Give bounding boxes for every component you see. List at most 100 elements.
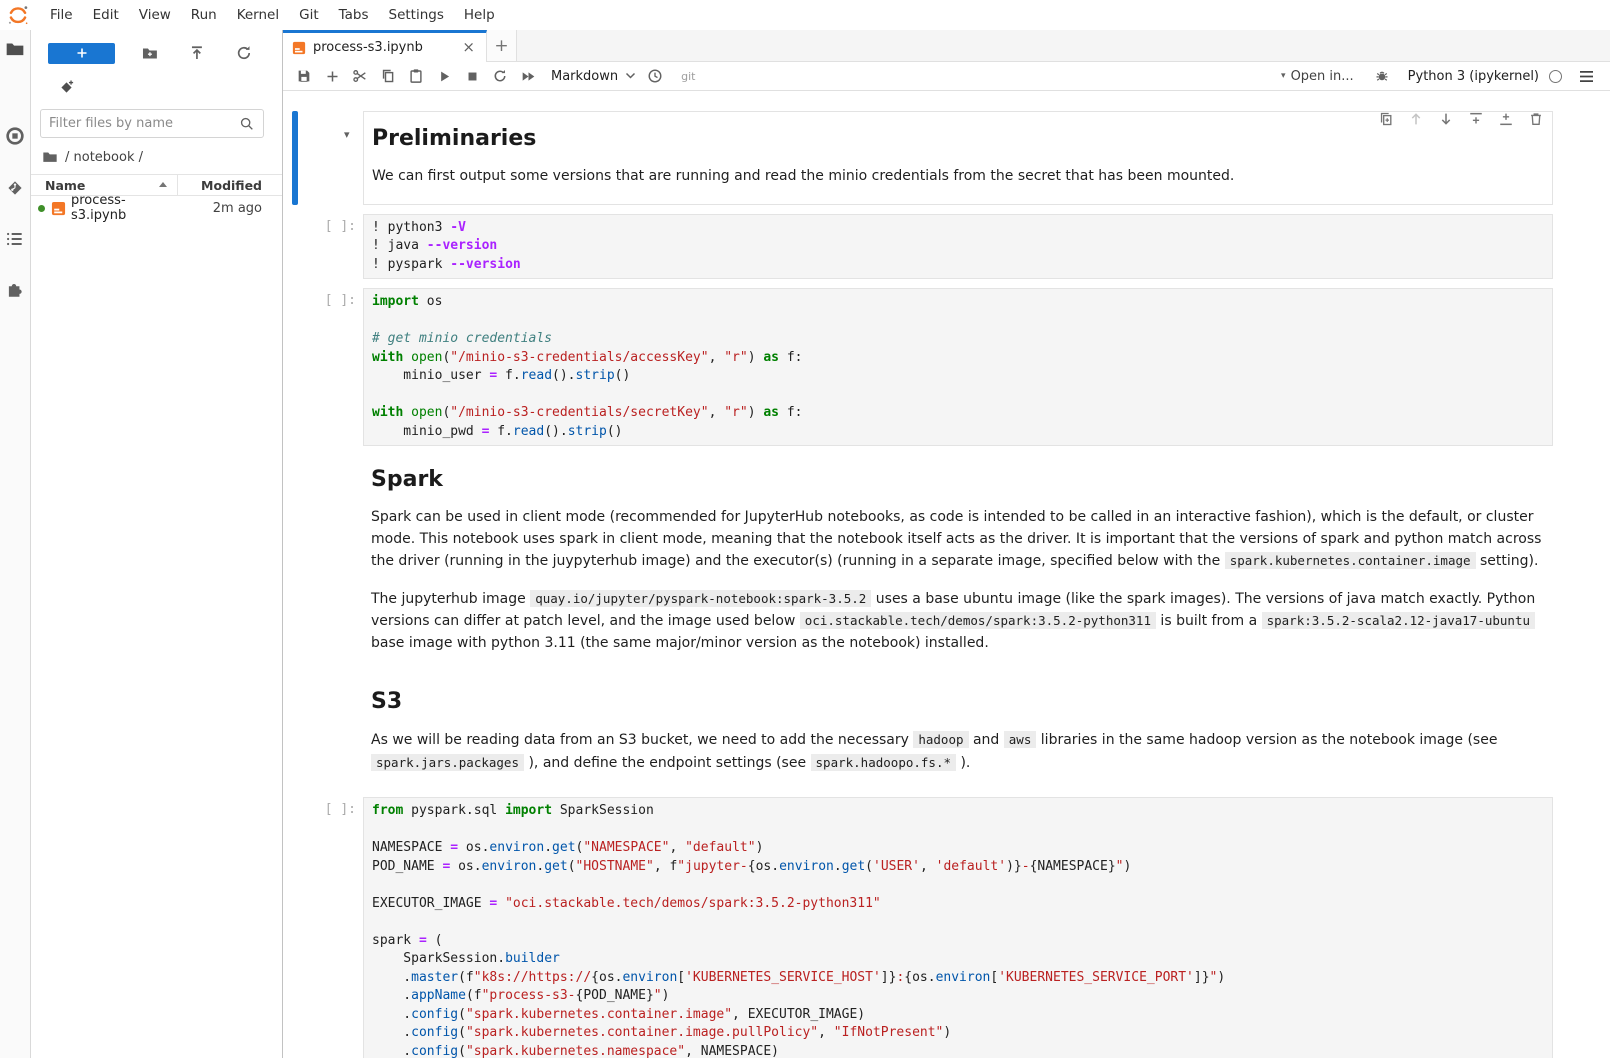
cell-collapser[interactable]: [292, 797, 298, 1058]
code-line: ! java --version: [372, 237, 1544, 256]
open-in-dropdown[interactable]: ▾ Open in...: [1281, 69, 1354, 84]
cell-type-dropdown[interactable]: Markdown: [546, 69, 641, 84]
menu-help[interactable]: Help: [454, 0, 505, 30]
code-token: )}: [1006, 859, 1022, 874]
code-editor[interactable]: ! python3 -V! java --version! pyspark --…: [363, 214, 1553, 280]
new-tab-button[interactable]: +: [487, 30, 517, 61]
duplicate-cell-icon[interactable]: [1378, 111, 1394, 127]
new-launcher-button[interactable]: [48, 43, 115, 64]
file-list-item[interactable]: process-s3.ipynb 2m ago: [31, 196, 282, 220]
code-token: {POD_NAME}: [576, 988, 654, 1003]
code-line: EXECUTOR_IMAGE = "oci.stackable.tech/dem…: [372, 895, 1544, 914]
cell-collapser[interactable]: [292, 677, 298, 788]
menu-edit[interactable]: Edit: [83, 0, 129, 30]
history-clock-icon[interactable]: [641, 64, 669, 88]
menu-kernel[interactable]: Kernel: [227, 0, 289, 30]
code-token: ,: [709, 350, 725, 365]
tab-process-s3[interactable]: process-s3.ipynb ×: [283, 30, 487, 62]
markdown-cell-rendered[interactable]: S3As we will be reading data from an S3 …: [363, 677, 1553, 788]
code-token: 'KUBERNETES_SERVICE_PORT': [998, 970, 1194, 985]
insert-cell-below-icon[interactable]: [1498, 111, 1514, 127]
code-token: .: [372, 1044, 411, 1058]
hamburger-menu-icon[interactable]: [1572, 64, 1600, 88]
code-editor[interactable]: import os # get minio credentialswith op…: [363, 288, 1553, 446]
kernel-name[interactable]: Python 3 (ipykernel): [1408, 69, 1539, 84]
restart-kernel-button[interactable]: [486, 64, 514, 88]
code-token: as: [763, 350, 779, 365]
code-line: ! pyspark --version: [372, 256, 1544, 275]
inline-code: aws: [1004, 731, 1037, 748]
cell-collapser[interactable]: [292, 455, 298, 668]
move-cell-down-icon[interactable]: [1438, 111, 1454, 127]
code-line: minio_pwd = f.read().strip(): [372, 423, 1544, 442]
inline-code: spark.kubernetes.container.image: [1225, 552, 1476, 569]
code-token: from: [372, 803, 403, 818]
code-token: strip: [568, 424, 607, 439]
debugger-bug-icon[interactable]: [1368, 64, 1396, 88]
column-header-modified[interactable]: Modified: [178, 178, 282, 193]
interrupt-kernel-button[interactable]: [458, 64, 486, 88]
code-token: --version: [427, 238, 497, 253]
refresh-icon[interactable]: [235, 44, 253, 62]
restart-run-all-button[interactable]: [514, 64, 542, 88]
run-cell-button[interactable]: [430, 64, 458, 88]
paste-cells-button[interactable]: [402, 64, 430, 88]
code-token: SparkSession: [552, 803, 654, 818]
delete-cell-icon[interactable]: [1528, 111, 1544, 127]
code-line: .config("spark.kubernetes.namespace", NA…: [372, 1043, 1544, 1058]
file-browser-panel: / notebook / Name Modified proces: [31, 30, 283, 1058]
cell-collapser[interactable]: [292, 111, 298, 205]
move-cell-up-icon[interactable]: [1408, 111, 1424, 127]
running-kernels-tab-icon[interactable]: [5, 126, 25, 146]
new-folder-icon[interactable]: [141, 44, 159, 62]
code-token: .: [834, 859, 842, 874]
tab-close-icon[interactable]: ×: [460, 40, 477, 55]
code-token: ().: [552, 368, 575, 383]
cell-collapser[interactable]: [292, 214, 298, 280]
cell-prompt: [301, 455, 363, 668]
code-token: read: [513, 424, 544, 439]
code-token: "oci.stackable.tech/demos/spark:3.5.2-py…: [505, 896, 881, 911]
code-line: # get minio credentials: [372, 330, 1544, 349]
menu-tabs[interactable]: Tabs: [329, 0, 379, 30]
menu-file[interactable]: File: [40, 0, 83, 30]
code-editor[interactable]: from pyspark.sql import SparkSession NAM…: [363, 797, 1553, 1058]
menu-view[interactable]: View: [129, 0, 181, 30]
cell-content: import os # get minio credentialswith op…: [363, 288, 1553, 446]
breadcrumb-path[interactable]: / notebook /: [65, 150, 143, 165]
git-status-label: git: [681, 70, 695, 83]
code-token: NAMESPACE: [372, 840, 450, 855]
menu-run[interactable]: Run: [181, 0, 227, 30]
code-token: [403, 350, 411, 365]
code-token: ): [1217, 970, 1225, 985]
markdown-cell-rendered[interactable]: SparkSpark can be used in client mode (r…: [363, 455, 1553, 668]
caret-down-icon: ▾: [1281, 71, 1286, 81]
git-clone-icon[interactable]: [58, 79, 75, 96]
extension-manager-tab-icon[interactable]: [5, 279, 25, 299]
save-button[interactable]: [290, 64, 318, 88]
menu-git[interactable]: Git: [289, 0, 329, 30]
code-token: =: [450, 840, 458, 855]
filter-files-input[interactable]: [49, 116, 239, 131]
cut-cells-button[interactable]: [346, 64, 374, 88]
menu-settings[interactable]: Settings: [379, 0, 454, 30]
heading-collapse-icon[interactable]: ▾: [344, 128, 350, 141]
code-token: ,: [709, 405, 725, 420]
upload-icon[interactable]: [188, 44, 206, 62]
code-token: (f: [458, 970, 474, 985]
git-tab-icon[interactable]: [5, 178, 25, 198]
insert-cell-button[interactable]: [318, 64, 346, 88]
code-token: ": [654, 988, 662, 1003]
table-of-contents-tab-icon[interactable]: [5, 229, 25, 249]
column-header-name[interactable]: Name: [31, 175, 178, 195]
markdown-cell-rendered[interactable]: ▾PreliminariesWe can first output some v…: [363, 111, 1553, 205]
code-line: POD_NAME = os.environ.get("HOSTNAME", f"…: [372, 858, 1544, 877]
copy-cells-button[interactable]: [374, 64, 402, 88]
breadcrumb[interactable]: / notebook /: [31, 146, 282, 168]
git-clone-row: [31, 79, 282, 97]
code-token: environ: [482, 859, 537, 874]
cell-collapser[interactable]: [292, 288, 298, 446]
file-browser-tab-icon[interactable]: [5, 39, 25, 59]
insert-cell-above-icon[interactable]: [1468, 111, 1484, 127]
code-token: {os.: [904, 970, 935, 985]
